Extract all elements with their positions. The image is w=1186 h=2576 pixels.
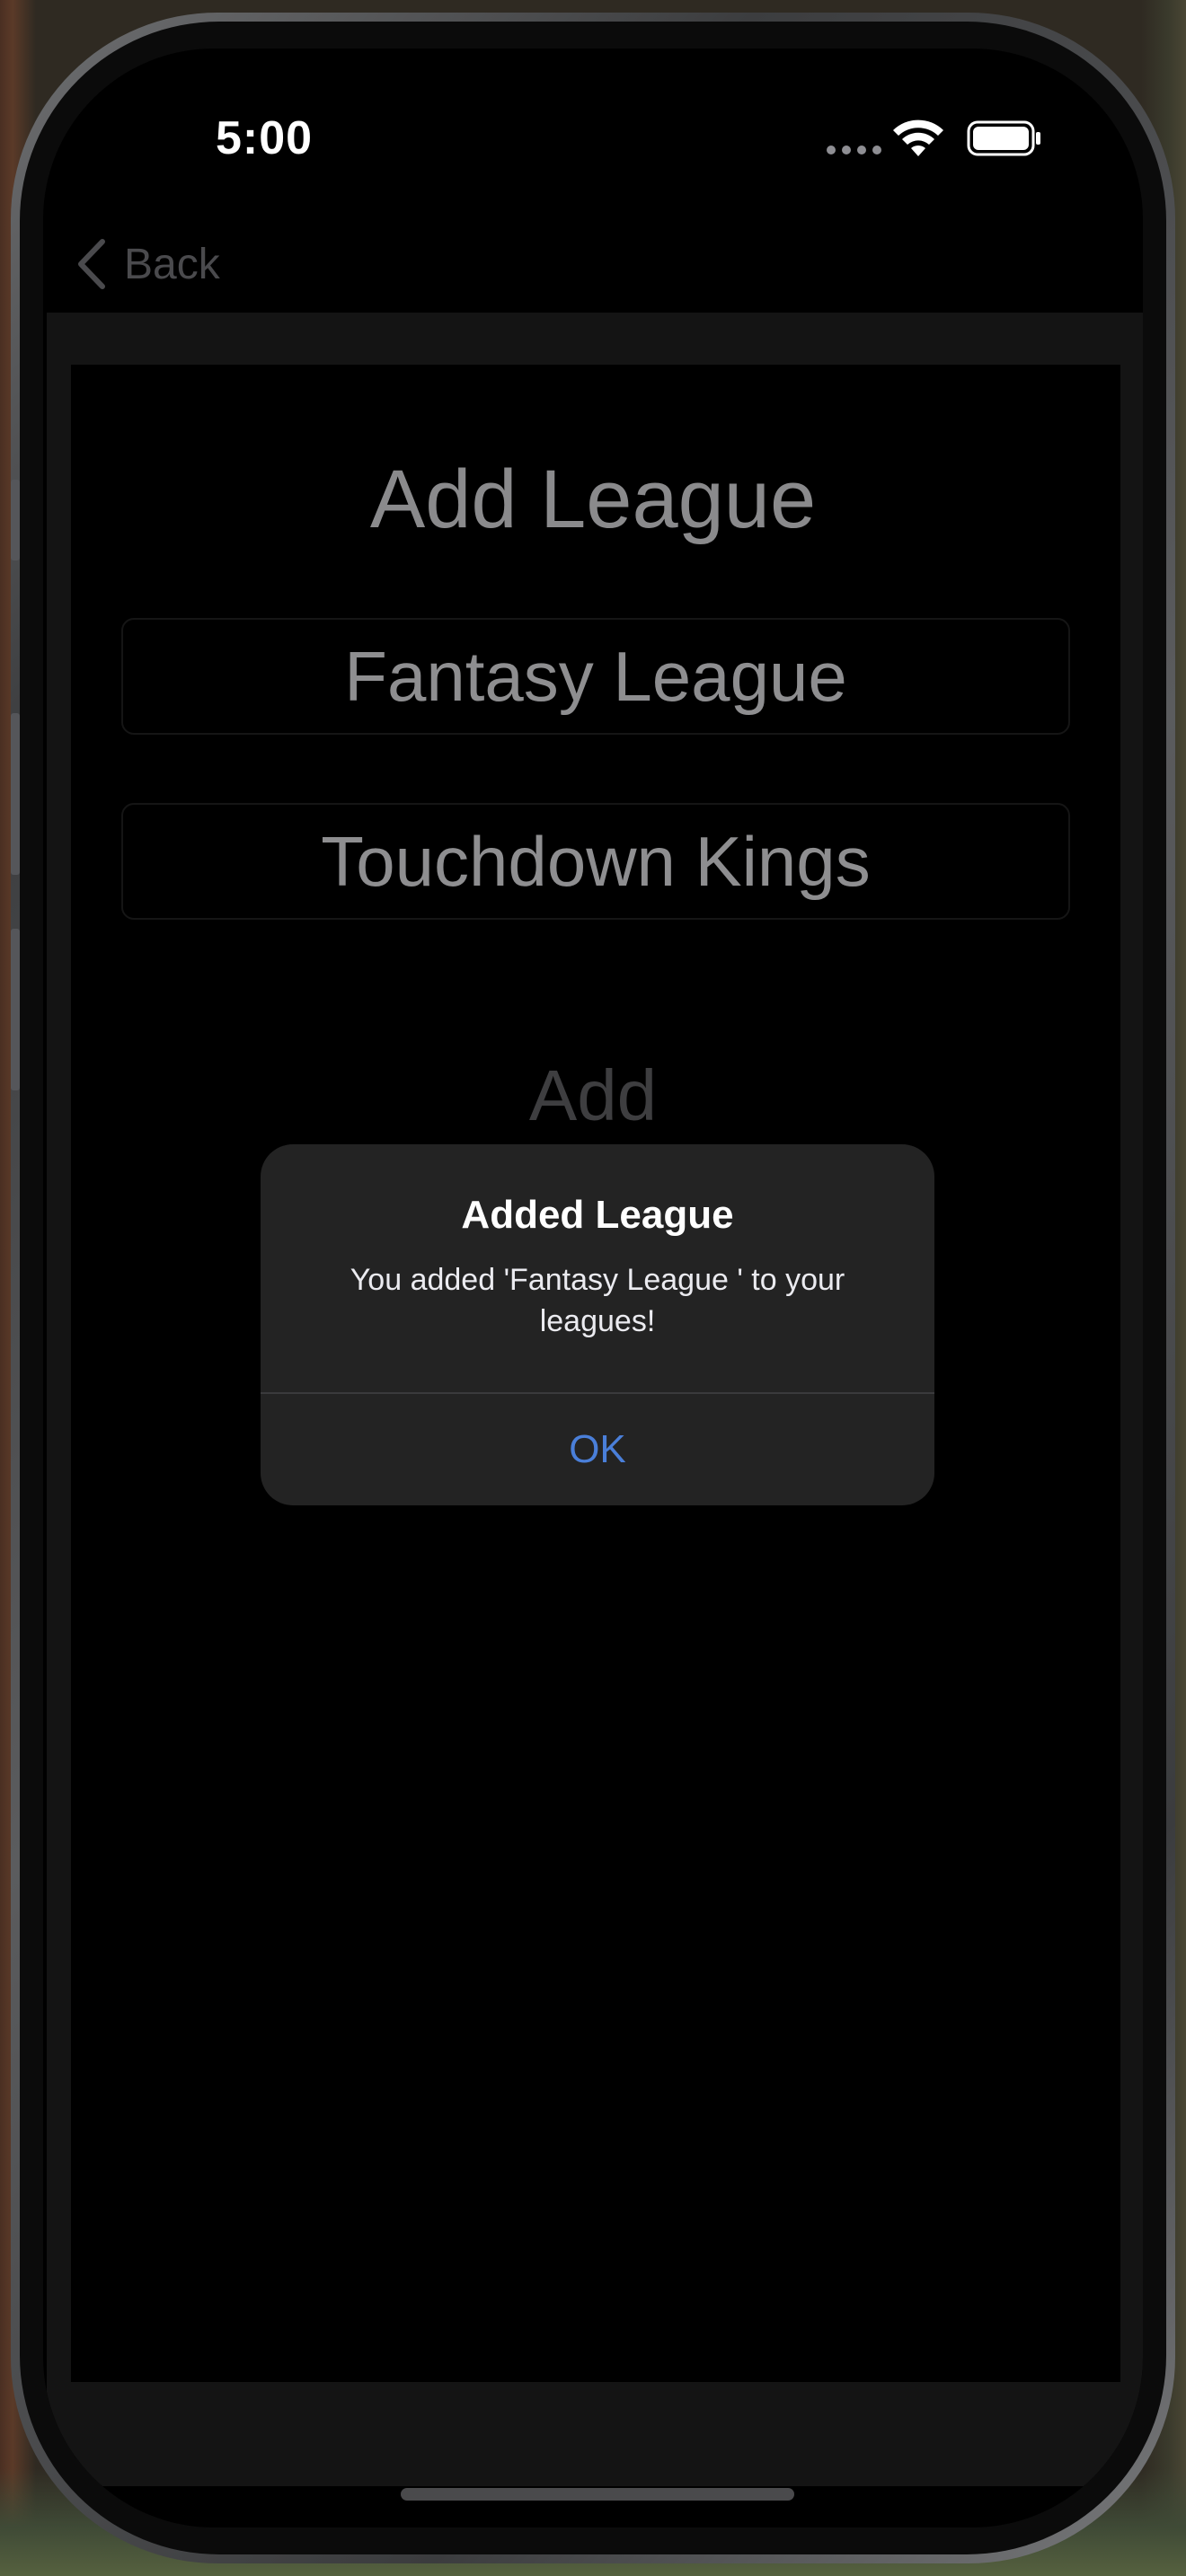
page-title: Add League bbox=[369, 454, 817, 545]
back-label: Back bbox=[124, 240, 220, 288]
league-name-field[interactable]: Fantasy League bbox=[121, 618, 1070, 735]
mute-switch bbox=[11, 480, 20, 560]
home-indicator[interactable] bbox=[401, 2488, 794, 2501]
cellular-signal-icon bbox=[827, 146, 881, 154]
alert-message: You added 'Fantasy League ' to your leag… bbox=[350, 1263, 845, 1338]
battery-icon bbox=[967, 120, 1040, 156]
add-button[interactable]: Add bbox=[43, 1054, 1143, 1137]
chevron-left-icon bbox=[78, 239, 105, 289]
alert-dialog: Added League You added 'Fantasy League '… bbox=[261, 1144, 934, 1505]
status-time: 5:00 bbox=[215, 112, 314, 164]
screen: 5:00 Back Add League Fantasy League Touc… bbox=[43, 49, 1143, 2527]
alert-title: Added League bbox=[461, 1193, 734, 1237]
back-button[interactable]: Back bbox=[75, 228, 220, 300]
team-name-field[interactable]: Touchdown Kings bbox=[121, 803, 1070, 920]
wifi-icon bbox=[893, 119, 943, 156]
volume-up-button bbox=[11, 713, 20, 875]
volume-down-button bbox=[11, 929, 20, 1090]
alert-ok-button[interactable]: OK bbox=[261, 1394, 934, 1505]
